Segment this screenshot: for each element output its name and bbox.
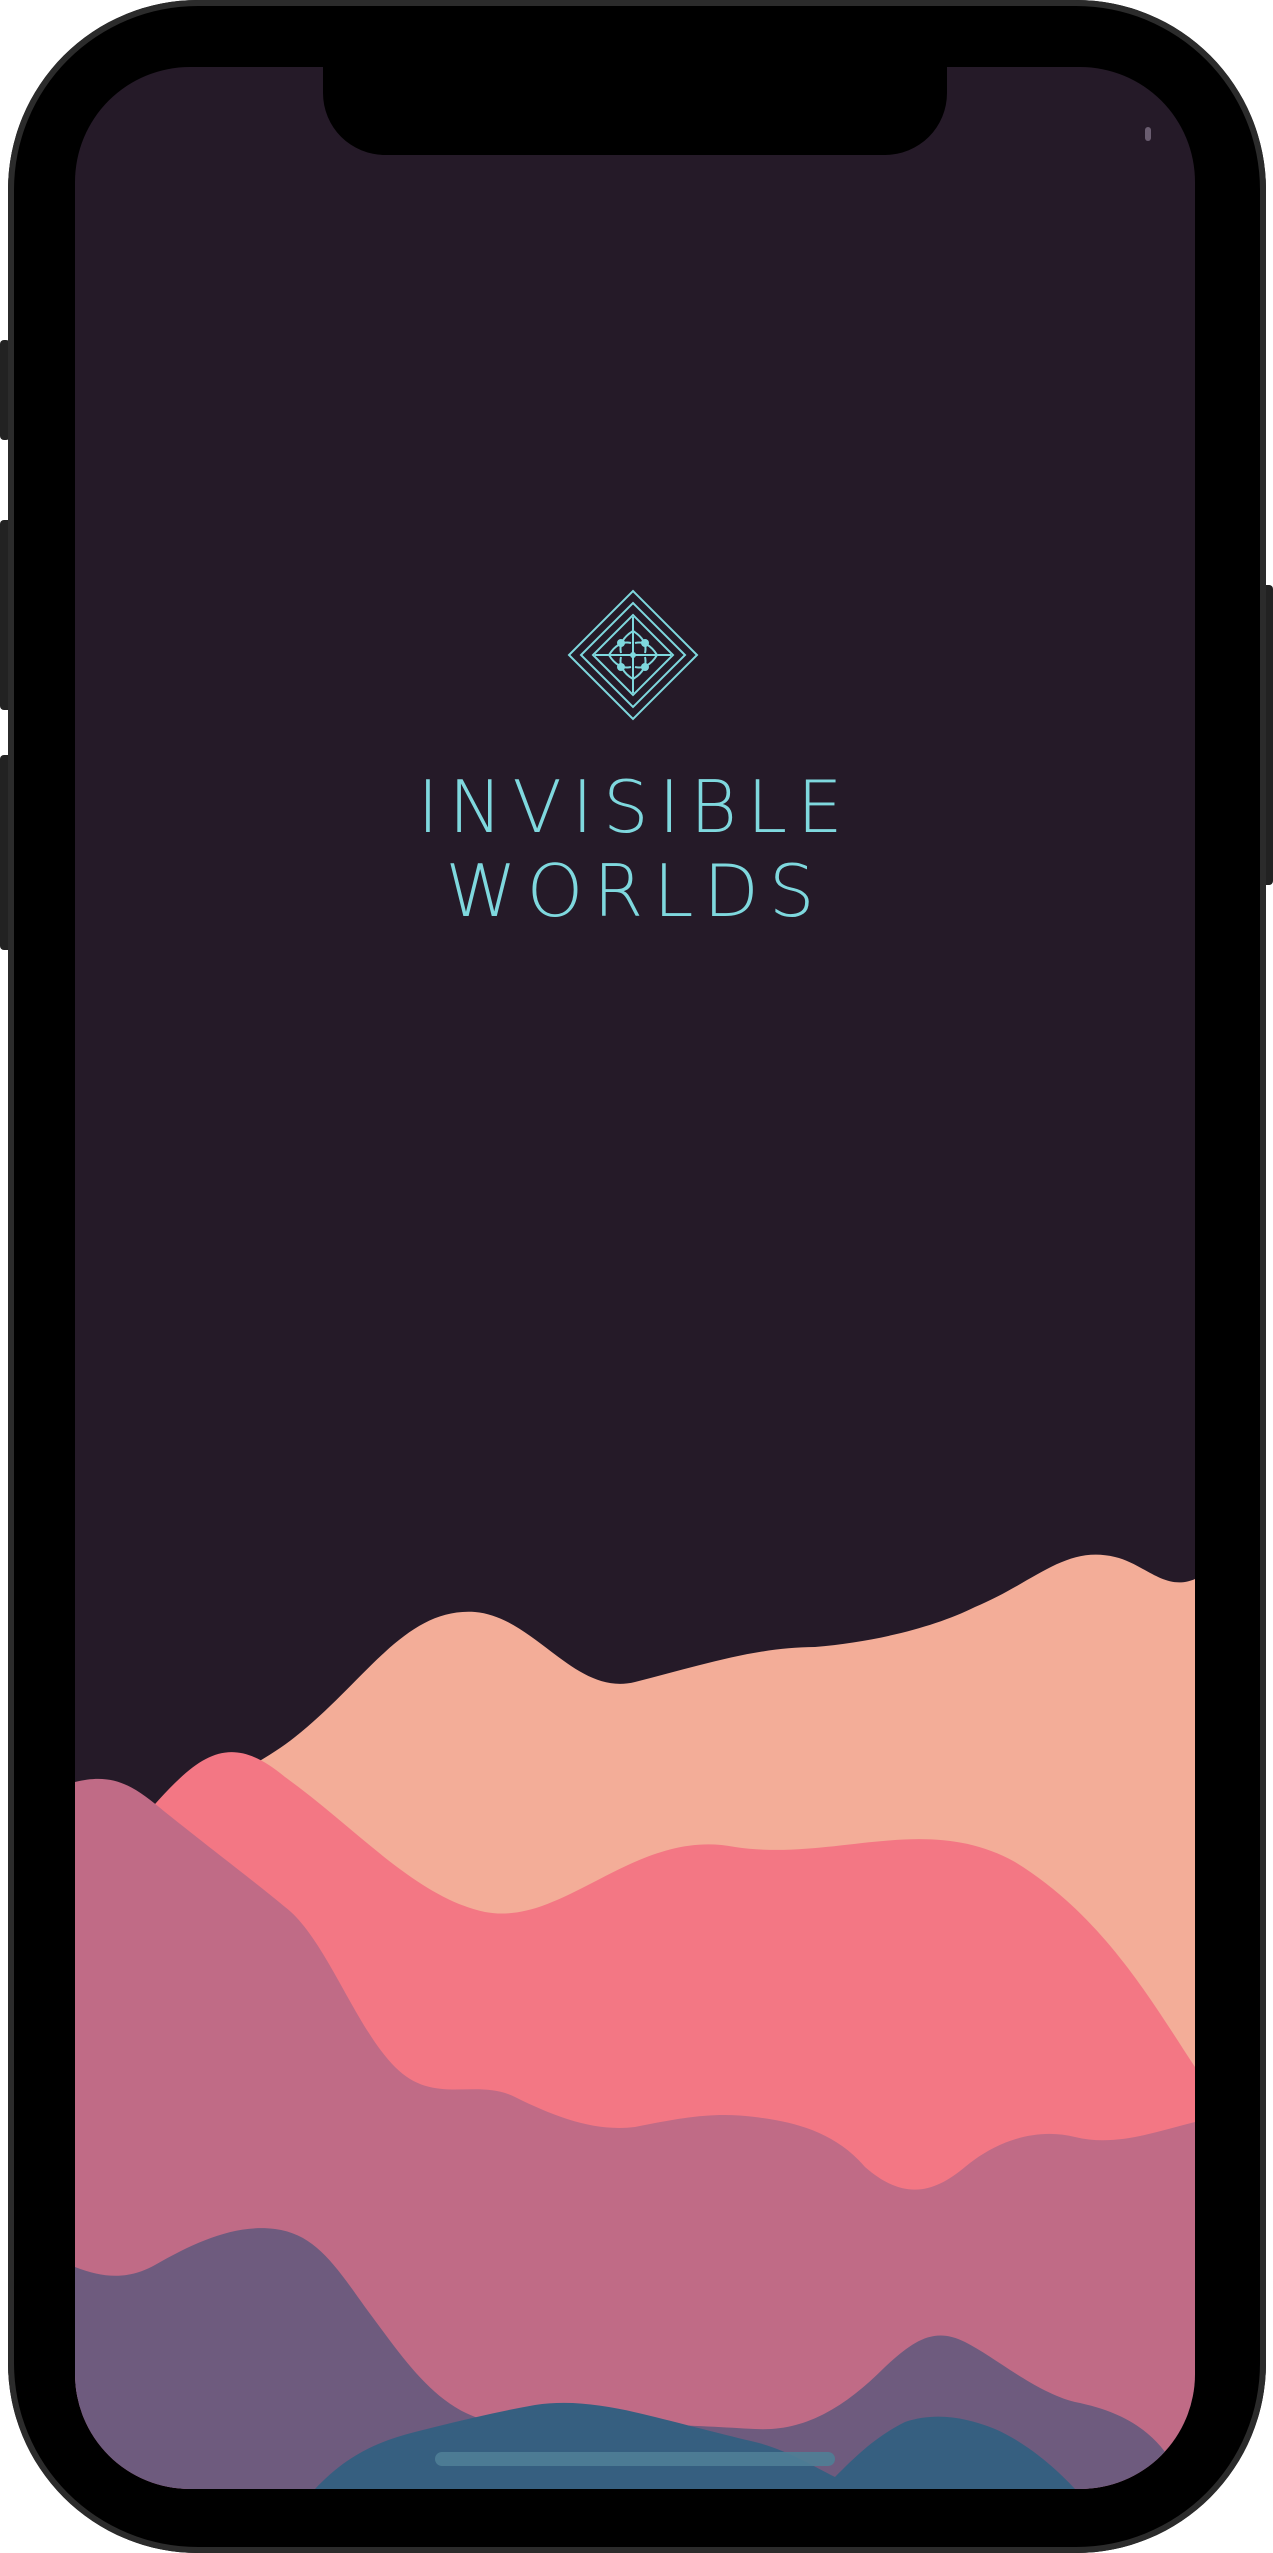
diamond-ornament-icon	[567, 589, 699, 721]
app-screen[interactable]: INVISIBLE WORLDS	[75, 67, 1195, 2489]
home-indicator[interactable]	[435, 2452, 835, 2466]
phone-device: INVISIBLE WORLDS	[0, 0, 1273, 2553]
status-indicator	[1145, 127, 1151, 141]
app-title-line-2: WORLDS	[445, 849, 825, 933]
landscape-illustration	[75, 1554, 1195, 2489]
notch	[323, 67, 947, 155]
app-title-line-1: INVISIBLE	[417, 765, 853, 849]
